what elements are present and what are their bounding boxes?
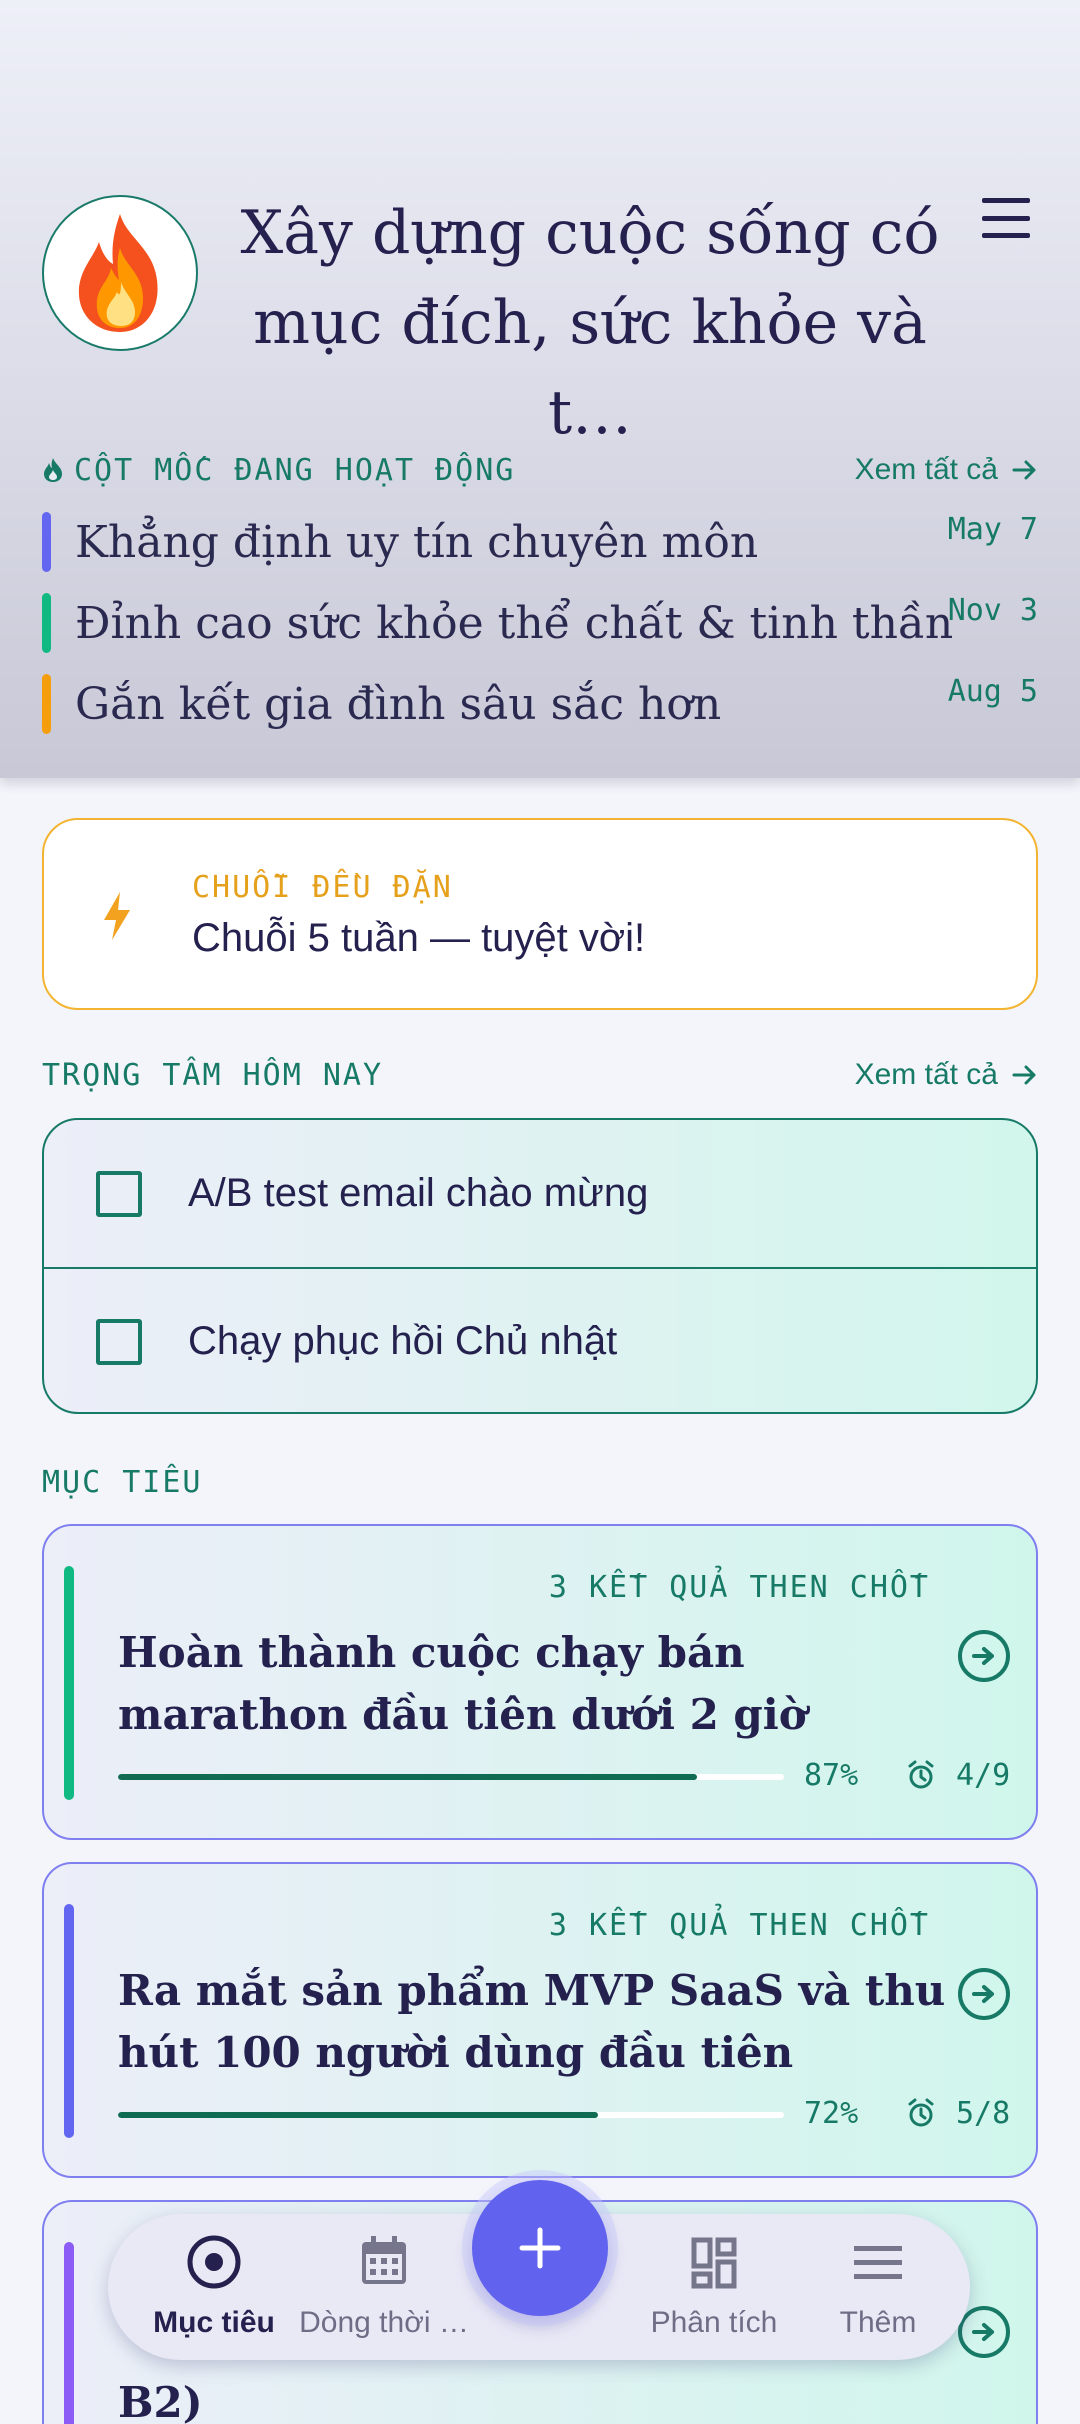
task-row[interactable]: Chạy phục hồi Chủ nhật (44, 1267, 1036, 1412)
milestone-date: Aug 5 (947, 674, 1038, 709)
task-row[interactable]: A/B test email chào mừng (44, 1120, 1036, 1267)
milestone-date: May 7 (947, 512, 1038, 547)
focus-label: TRỌNG TÂM HÔM NAY (42, 1057, 384, 1093)
arrow-right-icon (972, 1985, 994, 2003)
goal-open-button[interactable] (958, 1630, 1010, 1682)
task-text: Chạy phục hồi Chủ nhật (188, 1319, 618, 1363)
dashboard-icon (691, 2237, 737, 2289)
avatar[interactable] (42, 195, 198, 351)
goal-progress-bar (118, 2112, 784, 2118)
menu-button[interactable] (980, 198, 1032, 238)
see-all-label: Xem tất cả (854, 453, 998, 486)
milestone-title: Gắn kết gia đình sâu sắc hơn (75, 678, 722, 730)
milestone-title: Đỉnh cao sức khỏe thể chất & tinh thần (75, 597, 954, 649)
page-title: Xây dựng cuộc sống có mục đích, sức khỏe… (240, 198, 940, 448)
fire-small-icon (44, 458, 62, 482)
goal-card[interactable]: 3 KẾT QUẢ THEN CHỐT Ra mắt sản phẩm MVP … (42, 1862, 1038, 2178)
focus-see-all-link[interactable]: Xem tất cả (855, 1058, 1038, 1092)
arrow-right-icon (1012, 1065, 1036, 1085)
menu-icon (854, 2246, 902, 2279)
nav-item-timeline[interactable]: Dòng thời … (284, 2232, 484, 2352)
goal-accent-bar (64, 1566, 74, 1800)
header: Xây dựng cuộc sống có mục đích, sức khỏe… (0, 0, 1080, 778)
add-button[interactable] (472, 2180, 608, 2316)
arrow-right-icon (972, 2323, 994, 2341)
milestones-label-text: CỘT MỐC ĐANG HOẠT ĐỘNG (74, 452, 516, 488)
goal-progress-fill (118, 1774, 698, 1780)
alarm-icon (908, 1760, 934, 1789)
focus-header: TRỌNG TÂM HÔM NAY Xem tất cả (42, 1055, 1038, 1095)
task-checkbox[interactable] (96, 1318, 142, 1365)
task-checkbox[interactable] (96, 1170, 142, 1217)
goal-card[interactable]: 3 KẾT QUẢ THEN CHỐT Hoàn thành cuộc chạy… (42, 1524, 1038, 1840)
milestone-title: Khẳng định uy tín chuyên môn (75, 516, 759, 568)
milestone-color-bar (42, 512, 51, 572)
nav-label: Phân tích (650, 2306, 778, 2339)
milestone-color-bar (42, 593, 51, 653)
goal-accent-bar (64, 1904, 74, 2138)
nav-label: Thêm (839, 2306, 917, 2339)
goal-title: Ra mắt sản phẩm MVP SaaS và thu hút 100 … (118, 1966, 946, 2077)
goal-progress-fill (118, 2112, 598, 2118)
streak-card[interactable]: CHUỖI ĐỀU ĐẶN Chuỗi 5 tuần — tuyệt vời! (42, 818, 1038, 1010)
milestone-item[interactable]: Khẳng định uy tín chuyên môn May 7 (42, 510, 1038, 574)
nav-item-analytics[interactable]: Phân tích (624, 2232, 804, 2352)
task-text: A/B test email chào mừng (188, 1171, 649, 1215)
goal-progress-label: 72% (804, 2096, 859, 2131)
goal-progress-label: 87% (804, 1758, 859, 1793)
nav-item-more[interactable]: Thêm (798, 2232, 958, 2352)
goal-accent-bar (64, 2242, 74, 2424)
plus-icon (519, 2227, 561, 2269)
goal-title: B2) (118, 2378, 203, 2424)
goal-key-results: 3 KẾT QUẢ THEN CHỐT (548, 1908, 930, 1943)
menu-icon-line (982, 233, 1030, 238)
nav-item-goals[interactable]: Mục tiêu (126, 2232, 302, 2352)
arrow-right-icon (1012, 460, 1036, 480)
milestones-see-all-link[interactable]: Xem tất cả (855, 453, 1038, 487)
streak-text: Chuỗi 5 tuần — tuyệt vời! (192, 916, 646, 960)
goal-key-results: 3 KẾT QUẢ THEN CHỐT (548, 1570, 930, 1605)
goal-progress-bar (118, 1774, 784, 1780)
streak-label: CHUỖI ĐỀU ĐẶN (192, 870, 453, 905)
milestones-label: CỘT MỐC ĐANG HOẠT ĐỘNG (42, 453, 515, 488)
goal-open-button[interactable] (958, 1968, 1010, 2020)
milestones-header: CỘT MỐC ĐANG HOẠT ĐỘNG Xem tất cả (42, 450, 1038, 490)
nav-label: Dòng thời … (299, 2306, 469, 2339)
lightning-icon (104, 892, 130, 940)
milestone-color-bar (42, 674, 51, 734)
see-all-label: Xem tất cả (854, 1058, 998, 1091)
menu-icon-line (982, 198, 1030, 203)
flame-icon (78, 214, 158, 332)
goal-open-button[interactable] (958, 2306, 1010, 2358)
target-icon (187, 2235, 241, 2289)
milestone-item[interactable]: Đỉnh cao sức khỏe thể chất & tinh thần N… (42, 591, 1038, 655)
menu-icon-line (982, 215, 1030, 221)
goal-count: 4/9 (956, 1758, 1011, 1793)
goal-count: 5/8 (956, 2096, 1011, 2131)
alarm-icon (908, 2098, 934, 2127)
goals-header: MỤC TIÊU (42, 1462, 1038, 1502)
nav-label: Mục tiêu (153, 2306, 275, 2339)
goal-title: Hoàn thành cuộc chạy bán marathon đầu ti… (118, 1628, 807, 1739)
focus-card: A/B test email chào mừng Chạy phục hồi C… (42, 1118, 1038, 1414)
goals-label: MỤC TIÊU (42, 1464, 203, 1500)
arrow-right-icon (972, 1647, 994, 1665)
milestone-item[interactable]: Gắn kết gia đình sâu sắc hơn Aug 5 (42, 672, 1038, 736)
calendar-icon (362, 2236, 406, 2284)
milestone-date: Nov 3 (947, 593, 1038, 628)
